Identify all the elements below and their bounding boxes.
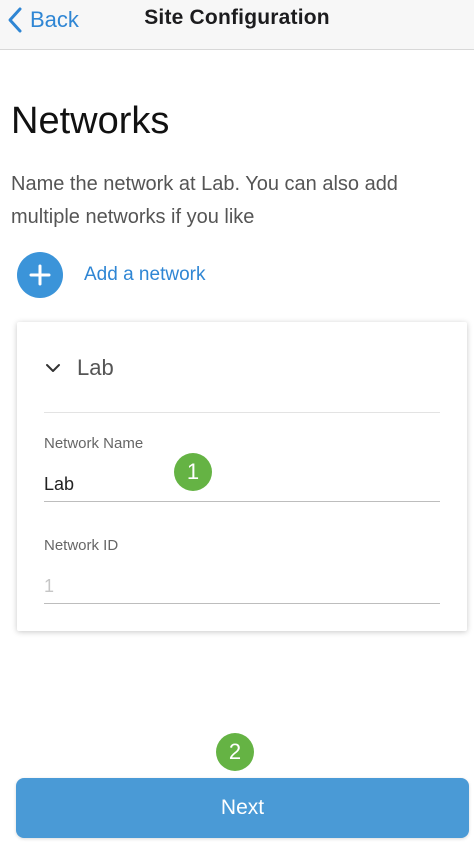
network-id-label: Network ID xyxy=(44,537,119,554)
page-title: Site Configuration xyxy=(144,6,330,29)
navigation-bar: Back Site Configuration xyxy=(0,0,474,50)
plus-icon xyxy=(17,252,63,298)
section-heading: Networks xyxy=(11,100,170,142)
next-button[interactable]: Next xyxy=(16,778,469,838)
step-2-badge: 2 xyxy=(216,733,254,771)
add-network-label: Add a network xyxy=(84,264,206,285)
divider xyxy=(44,412,440,413)
network-name-label: Network Name xyxy=(44,435,144,452)
network-card-title: Lab xyxy=(77,355,114,380)
section-description: Name the network at Lab. You can also ad… xyxy=(11,173,398,228)
step-1-badge: 1 xyxy=(174,453,212,491)
network-card-toggle[interactable]: Lab xyxy=(44,350,114,386)
network-card: Lab Network Name Network ID xyxy=(17,322,467,631)
chevron-down-icon xyxy=(44,359,62,377)
add-network-button[interactable]: Add a network xyxy=(17,252,205,298)
network-name-input[interactable] xyxy=(44,468,440,502)
network-id-input[interactable] xyxy=(44,570,440,604)
